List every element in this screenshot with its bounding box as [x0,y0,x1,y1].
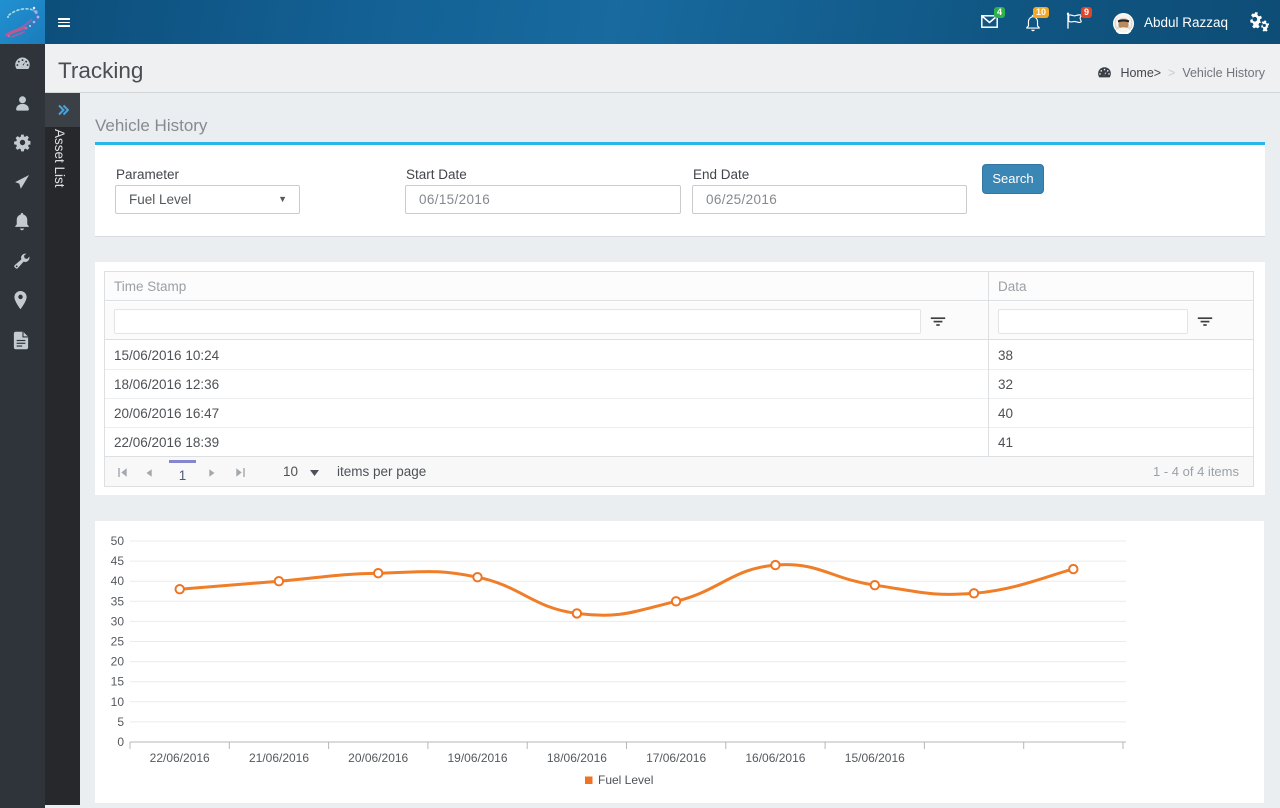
svg-text:22/06/2016: 22/06/2016 [150,751,210,765]
svg-text:16/06/2016: 16/06/2016 [745,751,805,765]
svg-text:0: 0 [117,735,124,749]
svg-text:35: 35 [111,594,125,608]
svg-text:20/06/2016: 20/06/2016 [348,751,408,765]
svg-text:10: 10 [111,695,125,709]
svg-text:20: 20 [111,655,125,669]
svg-text:17/06/2016: 17/06/2016 [646,751,706,765]
svg-text:30: 30 [111,614,125,628]
svg-text:15: 15 [111,675,125,689]
svg-text:45: 45 [111,554,125,568]
svg-text:Fuel Level: Fuel Level [598,773,653,787]
svg-text:19/06/2016: 19/06/2016 [447,751,507,765]
svg-text:25: 25 [111,635,125,649]
svg-text:18/06/2016: 18/06/2016 [547,751,607,765]
svg-text:40: 40 [111,574,125,588]
svg-text:5: 5 [117,715,124,729]
svg-text:15/06/2016: 15/06/2016 [845,751,905,765]
svg-text:21/06/2016: 21/06/2016 [249,751,309,765]
svg-text:50: 50 [111,534,125,548]
